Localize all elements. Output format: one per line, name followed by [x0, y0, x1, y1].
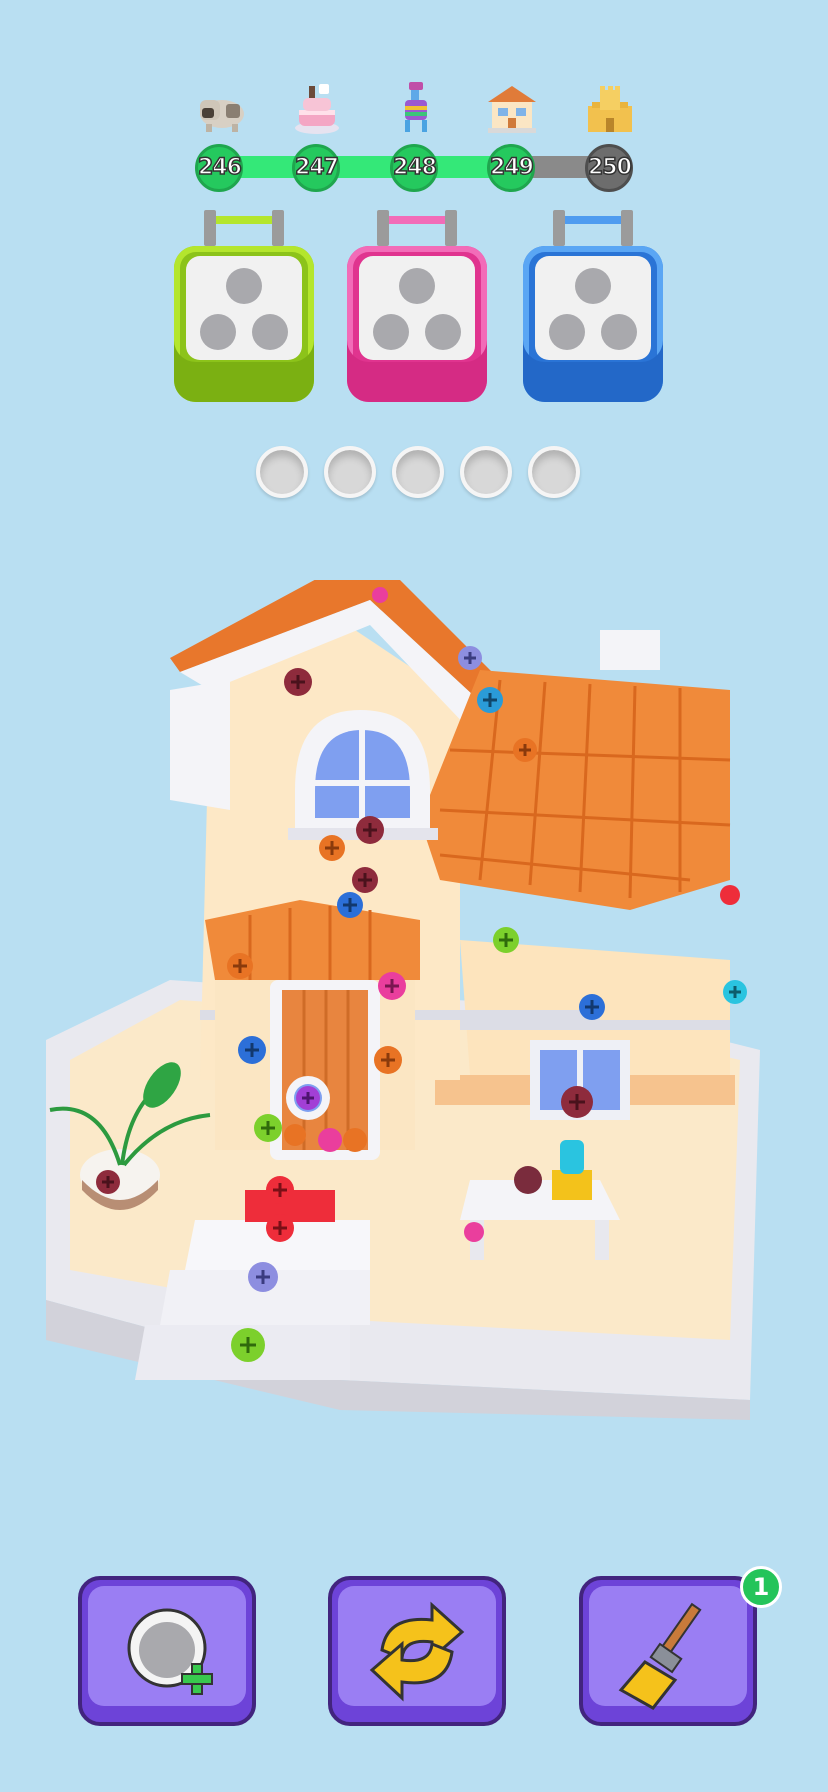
- empty-slot[interactable]: [392, 446, 444, 498]
- box-body: [174, 246, 314, 402]
- empty-slot[interactable]: [528, 446, 580, 498]
- add-hole-icon: [127, 1608, 213, 1695]
- porch: [205, 900, 420, 1160]
- level-number: 250: [585, 144, 633, 192]
- level-number: 248: [390, 144, 438, 192]
- screw: [372, 587, 388, 603]
- box-face: [535, 256, 651, 360]
- screw-hole: [549, 314, 585, 350]
- box-hook: [377, 210, 457, 246]
- screw: [378, 972, 406, 1000]
- screw: [579, 994, 605, 1020]
- level-247: 247: [277, 80, 357, 200]
- screw: [248, 1262, 278, 1292]
- screw: [464, 1222, 484, 1242]
- broom-count-badge: 1: [740, 1566, 782, 1608]
- screw-hole: [226, 268, 262, 304]
- screw: [493, 927, 519, 953]
- level-number: 247: [292, 144, 340, 192]
- screw: [319, 835, 345, 861]
- screw: [723, 980, 747, 1004]
- screw: [238, 1036, 266, 1064]
- screw: [374, 1046, 402, 1074]
- empty-slot[interactable]: [324, 446, 376, 498]
- broom-button[interactable]: [579, 1576, 757, 1726]
- screw: [296, 1086, 320, 1110]
- house-puzzle[interactable]: [40, 580, 800, 1420]
- screw-box-pink: [347, 210, 487, 402]
- screw: [477, 687, 503, 713]
- screw-hole: [601, 314, 637, 350]
- box-hook: [204, 210, 284, 246]
- screw: [318, 1128, 342, 1152]
- screw: [458, 646, 482, 670]
- screw: [231, 1328, 265, 1362]
- screw: [356, 816, 384, 844]
- screw-hole: [200, 314, 236, 350]
- screw: [343, 1128, 367, 1152]
- sand-castle-icon: [588, 86, 632, 132]
- screw: [352, 867, 378, 893]
- screw: [254, 1114, 282, 1142]
- broom-icon: [618, 1602, 702, 1710]
- screw-hole: [575, 268, 611, 304]
- screw: [513, 738, 537, 762]
- level-number: 249: [487, 144, 535, 192]
- level-246: 246: [180, 80, 260, 200]
- cake-icon: [295, 84, 339, 134]
- add-slot-button[interactable]: [78, 1576, 256, 1726]
- wall-trim: [460, 1020, 730, 1030]
- screw: [266, 1176, 294, 1204]
- box-body: [523, 246, 663, 402]
- pug-dog-icon: [200, 100, 244, 132]
- box-face: [186, 256, 302, 360]
- screw: [720, 885, 740, 905]
- box-body: [347, 246, 487, 402]
- box-hook: [553, 210, 633, 246]
- screw-hole: [252, 314, 288, 350]
- screw: [227, 953, 253, 979]
- screw-box-green: [174, 210, 314, 402]
- screw-box-blue: [523, 210, 663, 402]
- shuffle-button[interactable]: [328, 1576, 506, 1726]
- level-progress: 246 247 248 249 250: [190, 80, 640, 200]
- shuffle-arrows-icon: [369, 1601, 465, 1702]
- screw: [561, 1086, 593, 1118]
- level-248: 248: [375, 80, 455, 200]
- screw-hole: [399, 268, 435, 304]
- level-track-fill: [220, 156, 513, 178]
- screw: [284, 1124, 306, 1146]
- screw-hole: [373, 314, 409, 350]
- box-face: [359, 256, 475, 360]
- level-number: 246: [195, 144, 243, 192]
- screw: [284, 668, 312, 696]
- level-250: 250: [570, 80, 650, 200]
- llama-pinata-icon: [405, 82, 427, 132]
- screw: [266, 1214, 294, 1242]
- side-board: [170, 680, 230, 810]
- empty-slot[interactable]: [256, 446, 308, 498]
- screw: [337, 892, 363, 918]
- level-249: 249: [472, 80, 552, 200]
- screw-hole: [425, 314, 461, 350]
- empty-slot[interactable]: [460, 446, 512, 498]
- house-icon: [488, 86, 536, 133]
- screw: [96, 1170, 120, 1194]
